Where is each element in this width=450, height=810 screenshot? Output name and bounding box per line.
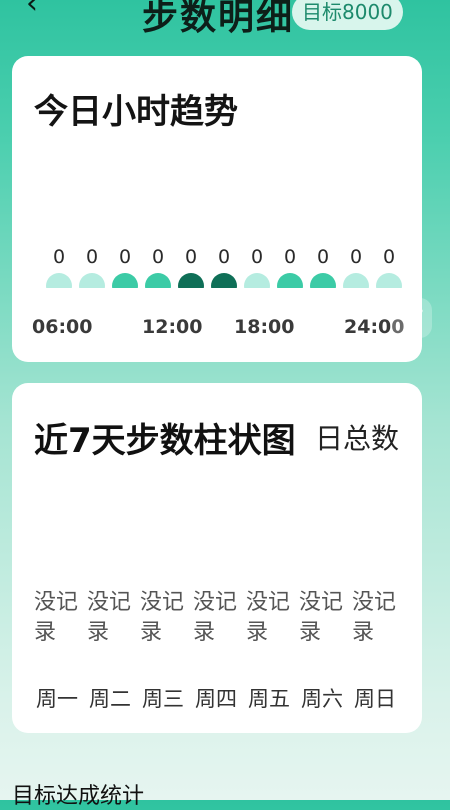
no-record-label: 没记录 (193, 590, 238, 645)
no-record-label: 没记录 (140, 590, 185, 645)
weekday-label: 周日 (354, 687, 396, 711)
back-icon[interactable]: ‹ (26, 0, 38, 21)
no-record-label: 没记录 (299, 590, 344, 645)
weekday-label: 周五 (248, 687, 290, 711)
weekday-label: 周六 (301, 687, 343, 711)
hourly-trend-title: 今日小时趋势 (34, 92, 238, 132)
more-icon: ••• (400, 304, 425, 320)
bubble-baseline (12, 288, 422, 308)
page-title: 步数明细 (142, 0, 295, 38)
hour-count: 0 (184, 246, 198, 268)
weekly-chart-title: 近7天步数柱状图 (34, 421, 296, 461)
time-tick: 06:00 (32, 316, 93, 338)
hour-count: 0 (349, 246, 363, 268)
goal-badge[interactable]: 目标8000 (292, 0, 403, 30)
no-record-label: 没记录 (87, 590, 132, 645)
hour-count: 0 (118, 246, 132, 268)
no-record-label: 没记录 (34, 590, 79, 645)
hour-count: 0 (217, 246, 231, 268)
hour-count: 0 (52, 246, 66, 268)
weekday-label: 周三 (142, 687, 184, 711)
no-record-label: 没记录 (246, 590, 291, 645)
time-tick: 12:00 (142, 316, 203, 338)
hour-count: 0 (151, 246, 165, 268)
weekday-label: 周二 (89, 687, 131, 711)
daily-total-label[interactable]: 日总数 (315, 417, 399, 457)
top-bar: ‹ 步数明细 目标8000 (0, 0, 450, 40)
edge-handle[interactable]: ••• (390, 298, 432, 338)
weekday-label: 周四 (195, 687, 237, 711)
weekly-chart-card: 近7天步数柱状图 日总数 没记录 没记录 没记录 没记录 没记录 没记录 没记录… (12, 383, 422, 733)
hourly-trend-card: 今日小时趋势 0 0 0 0 0 0 0 0 0 0 0 06:00 12:00… (12, 56, 422, 362)
hour-count: 0 (316, 246, 330, 268)
hour-count: 0 (382, 246, 396, 268)
hour-count: 0 (85, 246, 99, 268)
no-record-label: 没记录 (352, 590, 397, 645)
hour-count: 0 (283, 246, 297, 268)
weekday-label: 周一 (36, 687, 78, 711)
goal-stats-title: 目标达成统计 (12, 784, 145, 809)
hour-count: 0 (250, 246, 264, 268)
time-tick: 18:00 (234, 316, 295, 338)
